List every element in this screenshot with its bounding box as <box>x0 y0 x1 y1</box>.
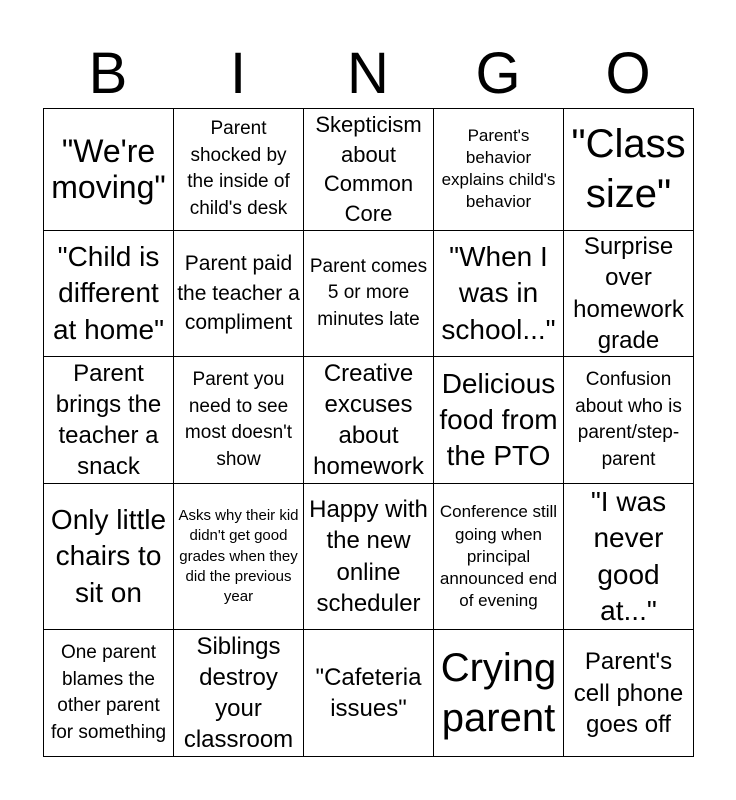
bingo-cell[interactable]: Only little chairs to sit on <box>43 482 174 631</box>
bingo-cell[interactable]: "Cafeteria issues" <box>303 629 434 757</box>
bingo-cell[interactable]: Parent comes 5 or more minutes late <box>303 229 434 358</box>
bingo-cell[interactable]: Parent's cell phone goes off <box>563 629 694 757</box>
bingo-cell[interactable]: "I was never good at..." <box>563 482 694 631</box>
header-letter-i: I <box>229 41 247 106</box>
bingo-cell[interactable]: Parent shocked by the inside of child's … <box>173 108 304 231</box>
header-letter-n: N <box>347 41 389 106</box>
bingo-cell[interactable]: Asks why their kid didn't get good grade… <box>173 482 304 631</box>
bingo-cell[interactable]: Parent's behavior explains child's behav… <box>433 108 564 231</box>
bingo-cell[interactable]: "When I was in school..." <box>433 229 564 358</box>
bingo-cell[interactable]: Surprise over homework grade <box>563 229 694 358</box>
bingo-cell[interactable]: Skepticism about Common Core <box>303 108 434 231</box>
bingo-cell[interactable]: Happy with the new online scheduler <box>303 482 434 631</box>
bingo-cell[interactable]: Parent brings the teacher a snack <box>43 356 174 484</box>
board-row: One parent blames the other parent for s… <box>43 629 694 757</box>
bingo-cell[interactable]: "We're moving" <box>43 108 174 231</box>
bingo-cell[interactable]: Parent you need to see most doesn't show <box>173 356 304 484</box>
bingo-header: B I N G O <box>43 40 693 108</box>
bingo-cell[interactable]: "Child is different at home" <box>43 229 174 358</box>
board-row: Only little chairs to sit on Asks why th… <box>43 482 694 631</box>
bingo-cell[interactable]: Delicious food from the PTO <box>433 356 564 484</box>
board-row: "We're moving" Parent shocked by the ins… <box>43 108 694 231</box>
bingo-cell[interactable]: Conference still going when principal an… <box>433 482 564 631</box>
bingo-cell[interactable]: Creative excuses about homework <box>303 356 434 484</box>
bingo-cell[interactable]: Crying parent <box>433 629 564 757</box>
bingo-board: "We're moving" Parent shocked by the ins… <box>43 108 694 757</box>
bingo-cell[interactable]: Siblings destroy your classroom <box>173 629 304 757</box>
header-letter-b: B <box>88 41 128 106</box>
bingo-cell[interactable]: Confusion about who is parent/step-paren… <box>563 356 694 484</box>
bingo-cell[interactable]: "Class size" <box>563 108 694 231</box>
header-letter-o: O <box>605 41 651 106</box>
bingo-cell[interactable]: One parent blames the other parent for s… <box>43 629 174 757</box>
board-row: "Child is different at home" Parent paid… <box>43 229 694 358</box>
board-row: Parent brings the teacher a snack Parent… <box>43 356 694 484</box>
header-letter-g: G <box>475 41 521 106</box>
bingo-cell[interactable]: Parent paid the teacher a compliment <box>173 229 304 358</box>
